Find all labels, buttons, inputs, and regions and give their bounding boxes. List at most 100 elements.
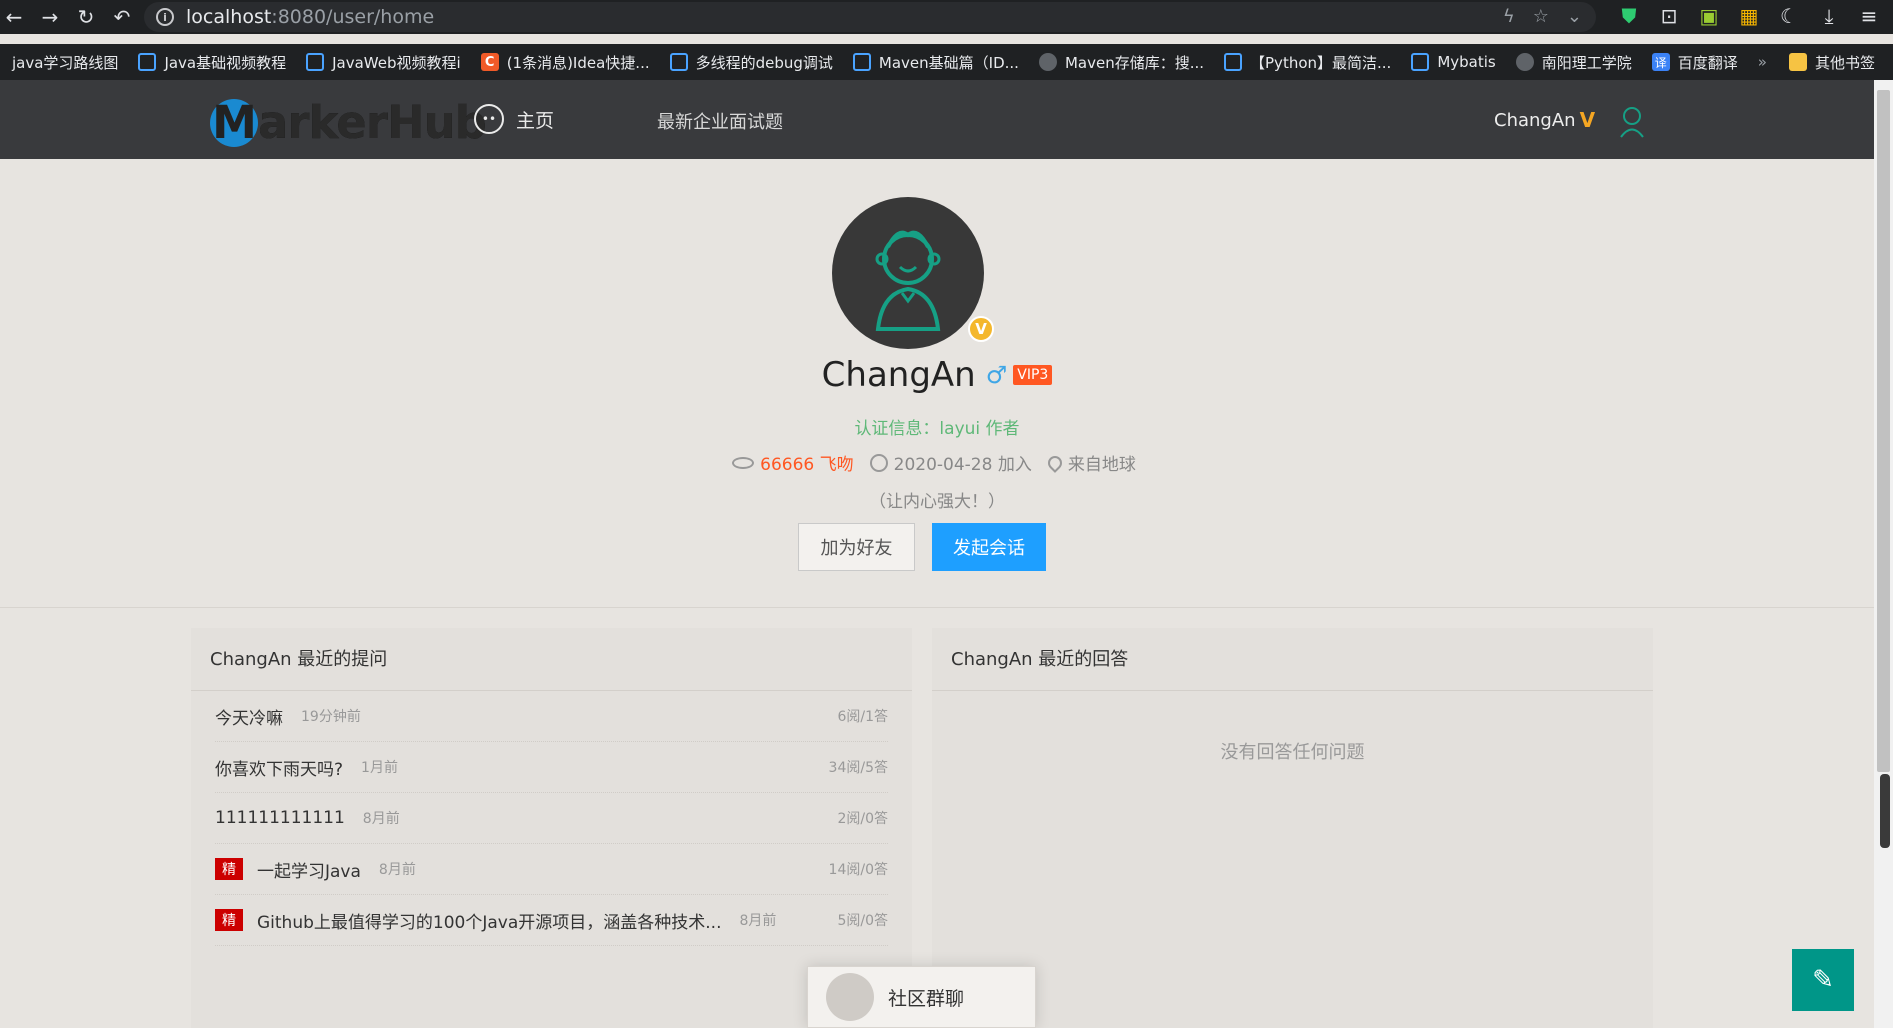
bookmark-item[interactable]: Maven基础篇（ID... — [852, 52, 1019, 73]
chevron-down-icon[interactable]: ⌄ — [1567, 6, 1582, 27]
bookmark-item[interactable]: C (1条消息)Idea快捷... — [480, 52, 650, 73]
forward-icon[interactable]: → — [36, 3, 64, 31]
user-name: ChangAn — [821, 355, 976, 395]
bookmark-item[interactable]: 多线程的debug调试 — [669, 52, 833, 73]
question-stats: 2阅/0答 — [837, 811, 888, 827]
reload-icon[interactable]: ↻ — [72, 3, 100, 31]
question-title-link[interactable]: 一起学习Java — [257, 857, 361, 882]
bookmark-item[interactable]: 【Python】最简洁... — [1224, 52, 1391, 73]
vip-v-icon: V — [1579, 108, 1596, 132]
nav-interview[interactable]: 最新企业面试题 — [657, 108, 783, 134]
side-handle[interactable] — [1880, 774, 1890, 848]
kiss-count: 66666 飞吻 — [760, 455, 854, 475]
csdn-icon: C — [480, 53, 499, 71]
bilibili-icon — [1224, 53, 1243, 71]
question-row: 你喜欢下雨天吗? 1月前 34阅/5答 — [215, 742, 888, 793]
start-chat-button[interactable]: 发起会话 — [932, 523, 1046, 571]
male-icon: ♂ — [985, 361, 1008, 389]
site-header: MarkerHub •• 主页 最新企业面试题 ChangAn V — [0, 80, 1874, 159]
verified-badge: V — [968, 316, 994, 342]
featured-badge: 精 — [215, 858, 243, 880]
questions-list: 今天冷嘛 19分钟前 6阅/1答 你喜欢下雨天吗? 1月前 34阅/5答 111111111… — [191, 691, 912, 946]
bookmark-item[interactable]: 南阳理工学院 — [1515, 52, 1632, 73]
nav-avatar-icon[interactable] — [1616, 104, 1648, 138]
back-icon[interactable]: ← — [0, 3, 28, 31]
vip-level-badge: VIP3 — [1013, 365, 1053, 385]
eye-icon — [732, 456, 755, 469]
nav-user-name: ChangAn — [1494, 109, 1576, 131]
avatar-illustration-icon — [875, 230, 941, 331]
dark-mode-icon[interactable]: ☾ — [1777, 4, 1801, 28]
bookmark-item[interactable]: 译百度翻译 — [1651, 52, 1738, 73]
bookmark-item[interactable]: java学习路线图 — [12, 52, 118, 73]
url-text[interactable]: localhost:8080/user/home — [186, 6, 434, 28]
address-bar[interactable]: i localhost:8080/user/home ϟ ☆ ⌄ — [144, 2, 1596, 32]
bilibili-icon — [306, 53, 325, 71]
user-meta: 66666 飞吻 2020-04-28 加入 来自地球 — [0, 450, 1874, 475]
bookmarks-overflow-button[interactable]: » — [1758, 53, 1767, 71]
android-extension-icon[interactable]: ▣ — [1697, 4, 1721, 28]
question-title-link[interactable]: 今天冷嘛 — [215, 704, 283, 729]
bookmark-label: Maven基础篇（ID... — [878, 53, 1019, 72]
nav-home-label: 主页 — [516, 109, 555, 132]
chat-bubble-icon: •• — [474, 104, 504, 134]
site-info-icon[interactable]: i — [156, 8, 174, 26]
add-friend-button[interactable]: 加为好友 — [798, 523, 915, 571]
bookmark-label: (1条消息)Idea快捷... — [506, 53, 650, 72]
pencil-icon: ✎ — [1812, 965, 1834, 995]
bookmark-item[interactable]: Mybatis — [1411, 53, 1496, 71]
globe-icon — [1515, 53, 1534, 71]
url-host: localhost — [186, 6, 272, 28]
menu-icon[interactable]: ≡ — [1857, 4, 1881, 28]
bookmark-label: JavaWeb视频教程i — [332, 53, 461, 72]
bookmark-item[interactable]: JavaWeb视频教程i — [306, 52, 461, 73]
star-icon[interactable]: ☆ — [1533, 6, 1549, 27]
empty-answers-message: 没有回答任何问题 — [1220, 742, 1365, 763]
nav-home[interactable]: •• 主页 — [474, 104, 554, 134]
edit-pencil-button[interactable]: ✎ — [1792, 949, 1854, 1011]
bookmarks-bar: java学习路线图 Java基础视频教程 JavaWeb视频教程i C (1条消息)Id… — [0, 44, 1893, 80]
question-title-link[interactable]: Github上最值得学习的100个Java开源项目，涵盖各种技术... — [257, 908, 721, 933]
question-stats: 14阅/0答 — [828, 862, 888, 878]
logo-text: arkerHub — [258, 96, 487, 149]
bookmark-item[interactable]: Maven存储库：搜... — [1038, 52, 1205, 73]
grid-extension-icon[interactable]: ▦ — [1737, 4, 1761, 28]
question-stats: 6阅/1答 — [837, 709, 888, 725]
bookmark-label: 多线程的debug调试 — [695, 53, 833, 72]
undo-icon[interactable]: ↶ — [108, 3, 136, 31]
bilibili-icon — [1411, 53, 1430, 71]
question-row: 111111111111 8月前 2阅/0答 — [215, 793, 888, 844]
screenshot-extension-icon[interactable]: ⊡ — [1657, 4, 1681, 28]
recent-questions-panel: ChangAn 最近的提问 今天冷嘛 19分钟前 6阅/1答 你喜欢下雨天吗? 1月前 3… — [191, 628, 912, 1028]
featured-badge: 精 — [215, 909, 243, 931]
browser-toolbar: ← → ↻ ↶ i localhost:8080/user/home ϟ ☆ ⌄… — [0, 0, 1893, 34]
question-title-link[interactable]: 111111111111 — [215, 808, 345, 828]
page-scrollbar[interactable] — [1874, 80, 1893, 1028]
question-title-link[interactable]: 你喜欢下雨天吗? — [215, 755, 343, 780]
bookmark-label: 【Python】最简洁... — [1250, 53, 1392, 72]
logo[interactable]: MarkerHub — [210, 96, 487, 149]
bookmark-label: java学习路线图 — [12, 53, 119, 72]
download-icon[interactable]: ⤓ — [1817, 4, 1841, 28]
question-time: 19分钟前 — [301, 709, 361, 725]
bookmark-label: Maven存储库：搜... — [1064, 53, 1205, 72]
join-date: 2020-04-28 加入 — [893, 455, 1032, 475]
bilibili-icon — [138, 53, 157, 71]
question-stats: 5阅/0答 — [837, 913, 888, 929]
user-name-row: ChangAn ♂ VIP3 — [0, 355, 1874, 395]
lightning-icon[interactable]: ϟ — [1503, 6, 1515, 27]
location-pin-icon — [1044, 452, 1065, 473]
scrollbar-thumb[interactable] — [1877, 90, 1890, 772]
question-time: 1月前 — [361, 760, 398, 776]
question-time: 8月前 — [378, 862, 416, 878]
bookmark-item[interactable]: Java基础视频教程 — [138, 52, 286, 73]
bookmark-label: 百度翻译 — [1677, 53, 1738, 72]
question-time: 8月前 — [739, 913, 777, 929]
profile-section: V ChangAn ♂ VIP3 认证信息：layui 作者 66666 飞吻 … — [0, 159, 1874, 608]
clock-icon — [869, 453, 888, 472]
group-chat-widget[interactable]: 社区群聊 — [807, 966, 1036, 1028]
nav-user[interactable]: ChangAn V — [1494, 108, 1595, 132]
shield-extension-icon[interactable]: ⛊ — [1617, 4, 1641, 28]
other-bookmarks[interactable]: 其他书签 — [1788, 52, 1875, 73]
recent-questions-title: ChangAn 最近的提问 — [191, 628, 912, 691]
